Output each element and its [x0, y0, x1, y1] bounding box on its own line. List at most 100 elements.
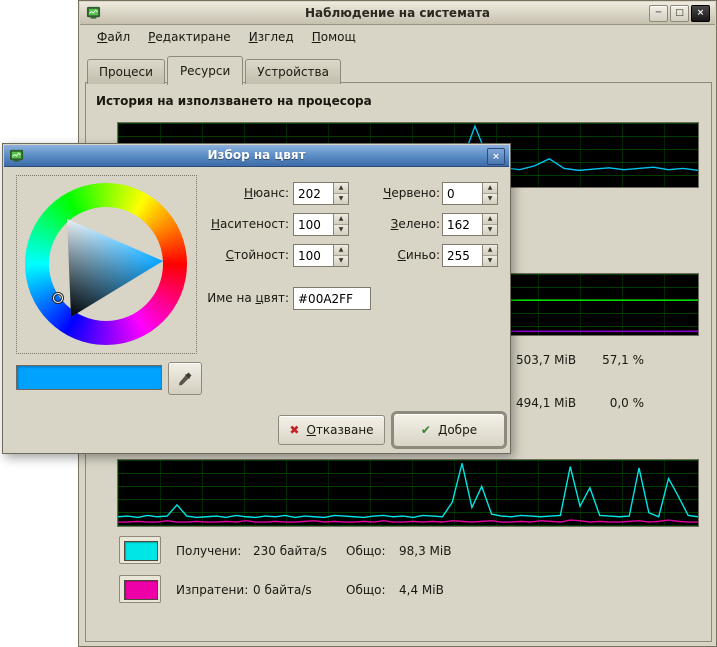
green-input[interactable] — [443, 214, 482, 235]
blue-label: Синьо: — [353, 248, 440, 262]
blue-steppers: ▲ ▼ — [482, 245, 497, 266]
ok-label: Добре — [438, 423, 477, 437]
saturation-steppers: ▲ ▼ — [333, 214, 348, 235]
red-up-button[interactable]: ▲ — [483, 183, 497, 194]
dialog-titlebar[interactable]: Избор на цвят × — [4, 145, 509, 167]
saturation-value-triangle[interactable] — [25, 183, 187, 345]
spin-down-icon: ▼ — [488, 258, 493, 264]
desktop: Наблюдение на системата ─ □ × Файл Редак… — [0, 0, 717, 647]
hue-down-button[interactable]: ▼ — [334, 194, 348, 204]
color-preview — [16, 365, 162, 390]
hue-input[interactable] — [294, 183, 333, 204]
cancel-x-icon: ✖ — [289, 424, 299, 436]
blue-up-button[interactable]: ▲ — [483, 245, 497, 256]
value-input[interactable] — [294, 245, 333, 266]
menu-help[interactable]: Помощ — [303, 27, 365, 47]
network-sent-line — [118, 520, 698, 522]
saturation-input[interactable] — [294, 214, 333, 235]
network-history-chart — [117, 459, 699, 527]
spin-down-icon: ▼ — [339, 258, 344, 264]
value-steppers: ▲ ▼ — [333, 245, 348, 266]
received-label: Получени: — [176, 544, 241, 558]
hue-label: Нюанс: — [169, 186, 289, 200]
close-button[interactable]: × — [691, 5, 710, 22]
saturation-up-button[interactable]: ▲ — [334, 214, 348, 225]
spin-up-icon: ▲ — [488, 216, 493, 222]
cancel-button[interactable]: ✖ Отказване — [278, 415, 385, 445]
dialog-close-icon: × — [492, 152, 500, 162]
red-down-button[interactable]: ▼ — [483, 194, 497, 204]
color-name-label: Име на цвят: — [169, 291, 289, 305]
green-up-button[interactable]: ▲ — [483, 214, 497, 225]
ok-button[interactable]: ✔ Добре — [393, 413, 505, 447]
sent-total: 4,4 MiB — [399, 583, 444, 597]
spin-down-icon: ▼ — [488, 227, 493, 233]
eyedropper-button[interactable] — [168, 362, 202, 395]
tab-processes[interactable]: Процеси — [87, 59, 165, 84]
menu-edit[interactable]: Редактиране — [139, 27, 240, 47]
menu-file[interactable]: Файл — [88, 27, 139, 47]
tab-devices[interactable]: Устройства — [245, 59, 341, 84]
memory-amount: 503,7 MiB — [516, 353, 576, 367]
minimize-button[interactable]: ─ — [649, 5, 668, 22]
cancel-label: Отказване — [306, 423, 373, 437]
sent-total-label: Общо: — [346, 583, 386, 597]
dialog-close-button[interactable]: × — [487, 148, 505, 165]
maximize-button[interactable]: □ — [670, 5, 689, 22]
sent-legend-row: Изпратени: 0 байта/s Общо: 4,4 MiB — [86, 583, 711, 599]
minimize-icon: ─ — [656, 9, 661, 18]
spin-up-icon: ▲ — [339, 247, 344, 253]
blue-input[interactable] — [443, 245, 482, 266]
ok-check-icon: ✔ — [421, 424, 431, 436]
swap-percent: 0,0 % — [586, 396, 644, 410]
main-window-title: Наблюдение на системата — [80, 6, 715, 20]
hue-ring[interactable] — [25, 183, 187, 345]
swap-amount: 494,1 MiB — [516, 396, 576, 410]
spin-up-icon: ▲ — [339, 216, 344, 222]
blue-down-button[interactable]: ▼ — [483, 256, 497, 266]
hue-steppers: ▲ ▼ — [333, 183, 348, 204]
value-down-button[interactable]: ▼ — [334, 256, 348, 266]
red-input[interactable] — [443, 183, 482, 204]
memory-percent: 57,1 % — [586, 353, 644, 367]
received-total-label: Общо: — [346, 544, 386, 558]
spin-down-icon: ▼ — [339, 196, 344, 202]
cpu-history-heading: История на използването на процесора — [96, 94, 372, 108]
hue-ring-marker[interactable] — [53, 293, 63, 303]
saturation-label: Наситеност: — [169, 217, 289, 231]
blue-spinbox: ▲ ▼ — [442, 244, 498, 267]
window-controls: ─ □ × — [649, 5, 710, 22]
received-total: 98,3 MiB — [399, 544, 451, 558]
green-spinbox: ▲ ▼ — [442, 213, 498, 236]
red-steppers: ▲ ▼ — [482, 183, 497, 204]
main-titlebar[interactable]: Наблюдение на системата ─ □ × — [80, 2, 715, 25]
network-received-line — [118, 463, 698, 517]
spin-up-icon: ▲ — [488, 247, 493, 253]
green-label: Зелено: — [353, 217, 440, 231]
green-steppers: ▲ ▼ — [482, 214, 497, 235]
maximize-icon: □ — [675, 9, 684, 18]
red-spinbox: ▲ ▼ — [442, 182, 498, 205]
eyedropper-icon — [176, 370, 194, 388]
spin-up-icon: ▲ — [339, 185, 344, 191]
sent-rate: 0 байта/s — [253, 583, 312, 597]
received-legend-row: Получени: 230 байта/s Общо: 98,3 MiB — [86, 544, 711, 560]
spin-down-icon: ▼ — [339, 227, 344, 233]
menu-view[interactable]: Изглед — [240, 27, 303, 47]
close-icon: × — [697, 9, 705, 18]
green-down-button[interactable]: ▼ — [483, 225, 497, 235]
saturation-down-button[interactable]: ▼ — [334, 225, 348, 235]
tab-resources[interactable]: Ресурси — [167, 56, 243, 85]
red-label: Червено: — [353, 186, 440, 200]
color-name-input[interactable] — [293, 287, 371, 310]
dialog-title: Избор на цвят — [4, 148, 509, 162]
spin-up-icon: ▲ — [488, 185, 493, 191]
value-up-button[interactable]: ▲ — [334, 245, 348, 256]
hue-spinbox: ▲ ▼ — [293, 182, 349, 205]
value-label: Стойност: — [169, 248, 289, 262]
hue-up-button[interactable]: ▲ — [334, 183, 348, 194]
notebook-tabs: Процеси Ресурси Устройства — [87, 54, 343, 84]
spin-down-icon: ▼ — [488, 196, 493, 202]
value-spinbox: ▲ ▼ — [293, 244, 349, 267]
saturation-spinbox: ▲ ▼ — [293, 213, 349, 236]
